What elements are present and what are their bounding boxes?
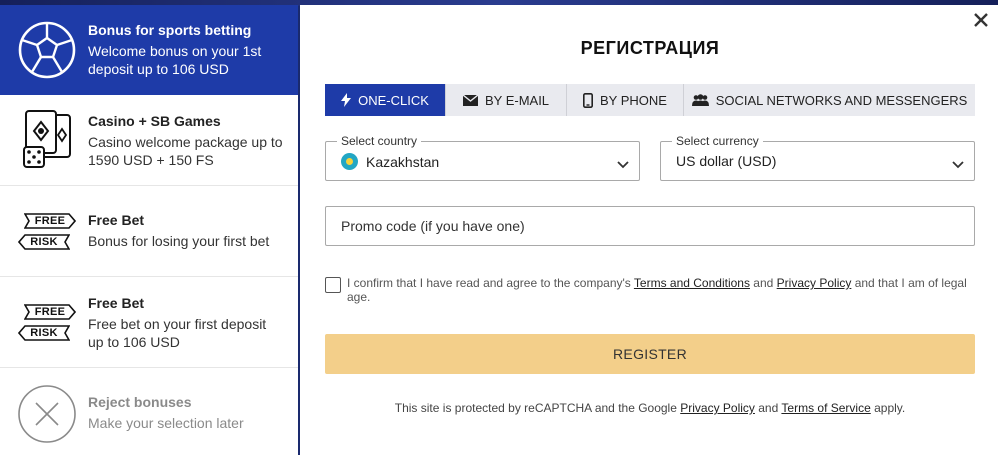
tab-by-phone[interactable]: BY PHONE (567, 84, 684, 116)
free-risk-ticket-icon: FREE RISK (16, 291, 78, 353)
free-risk-ticket-icon: FREE RISK (16, 200, 78, 262)
bonus-title: Free Bet (88, 212, 145, 228)
bonus-title: Free Bet (88, 295, 145, 311)
bonus-title: Reject bonuses (88, 394, 192, 410)
soccer-ball-icon (16, 19, 78, 81)
privacy-link[interactable]: Privacy Policy (777, 276, 852, 290)
chevron-down-icon (617, 156, 629, 174)
lightning-icon (341, 93, 352, 107)
phone-icon (583, 92, 594, 108)
promo-code-input[interactable] (326, 207, 974, 245)
tab-label: BY E-MAIL (484, 92, 550, 108)
reject-x-icon (16, 383, 78, 445)
kazakhstan-flag-icon (341, 153, 358, 170)
terms-agreement: I confirm that I have read and agree to … (325, 276, 975, 304)
bonus-sidebar: Bonus for sports betting Welcome bonus o… (0, 5, 298, 455)
bonus-desc: Welcome bonus on your 1st deposit up to … (88, 43, 262, 77)
tab-label: ONE-CLICK (358, 92, 429, 108)
free-tag-label: FREE (34, 305, 66, 318)
casino-cards-dice-icon (16, 109, 78, 171)
tab-label: SOCIAL NETWORKS AND MESSENGERS (715, 92, 968, 108)
captcha-mid: and (754, 401, 782, 415)
promo-code-field (325, 206, 975, 246)
country-label: Select country (337, 134, 422, 148)
bonus-reject[interactable]: Reject bonuses Make your selection later (0, 368, 298, 455)
currency-label: Select currency (672, 134, 763, 148)
bonus-casino-sb-games[interactable]: Casino + SB Games Casino welcome package… (0, 95, 298, 186)
risk-tag-label: RISK (30, 235, 58, 248)
bonus-free-bet-deposit[interactable]: FREE RISK Free Bet Free bet on your firs… (0, 277, 298, 368)
captcha-prefix: This site is protected by reCAPTCHA and … (394, 401, 681, 415)
registration-modal: РЕГИСТРАЦИЯ ONE-CLICK BY E-MAIL BY PHONE… (300, 5, 998, 455)
currency-value: US dollar (USD) (676, 153, 777, 169)
currency-select[interactable]: Select currency US dollar (USD) (660, 134, 975, 181)
bonus-title: Bonus for sports betting (88, 22, 252, 38)
bonus-free-bet-losing[interactable]: FREE RISK Free Bet Bonus for losing your… (0, 186, 298, 277)
terms-link[interactable]: Terms and Conditions (634, 276, 750, 290)
terms-mid: and (749, 276, 777, 290)
bonus-desc: Free bet on your first deposit up to 106… (88, 316, 267, 350)
terms-prefix: I confirm that I have read and agree to … (347, 276, 634, 290)
tab-by-email[interactable]: BY E-MAIL (446, 84, 567, 116)
tab-social-networks[interactable]: SOCIAL NETWORKS AND MESSENGERS (684, 84, 975, 116)
tab-label: BY PHONE (600, 92, 667, 108)
captcha-suffix: apply. (870, 401, 906, 415)
bonus-desc: Bonus for losing your first bet (88, 233, 270, 249)
country-select[interactable]: Select country Kazakhstan (325, 134, 640, 181)
bonus-title: Casino + SB Games (88, 113, 221, 129)
chevron-down-icon (952, 156, 964, 174)
recaptcha-notice: This site is protected by reCAPTCHA and … (300, 401, 998, 415)
free-tag-label: FREE (34, 214, 66, 227)
terms-text: I confirm that I have read and agree to … (347, 276, 975, 304)
registration-tabs: ONE-CLICK BY E-MAIL BY PHONE SOCIAL NETW… (325, 84, 975, 116)
google-terms-link[interactable]: Terms of Service (781, 401, 870, 415)
tab-one-click[interactable]: ONE-CLICK (325, 84, 446, 116)
terms-checkbox[interactable] (325, 277, 341, 293)
bonus-desc: Make your selection later (88, 415, 244, 431)
envelope-icon (462, 94, 478, 106)
bonus-desc: Casino welcome package up to 1590 USD + … (88, 134, 283, 168)
bonus-sports-betting[interactable]: Bonus for sports betting Welcome bonus o… (0, 5, 298, 95)
country-value: Kazakhstan (366, 153, 440, 170)
risk-tag-label: RISK (30, 326, 58, 339)
register-button[interactable]: REGISTER (325, 334, 975, 374)
country-value-wrap: Kazakhstan (341, 153, 439, 170)
google-privacy-link[interactable]: Privacy Policy (680, 401, 755, 415)
people-icon (691, 94, 709, 106)
page-title: РЕГИСТРАЦИЯ (580, 38, 720, 58)
close-icon[interactable] (972, 11, 990, 29)
